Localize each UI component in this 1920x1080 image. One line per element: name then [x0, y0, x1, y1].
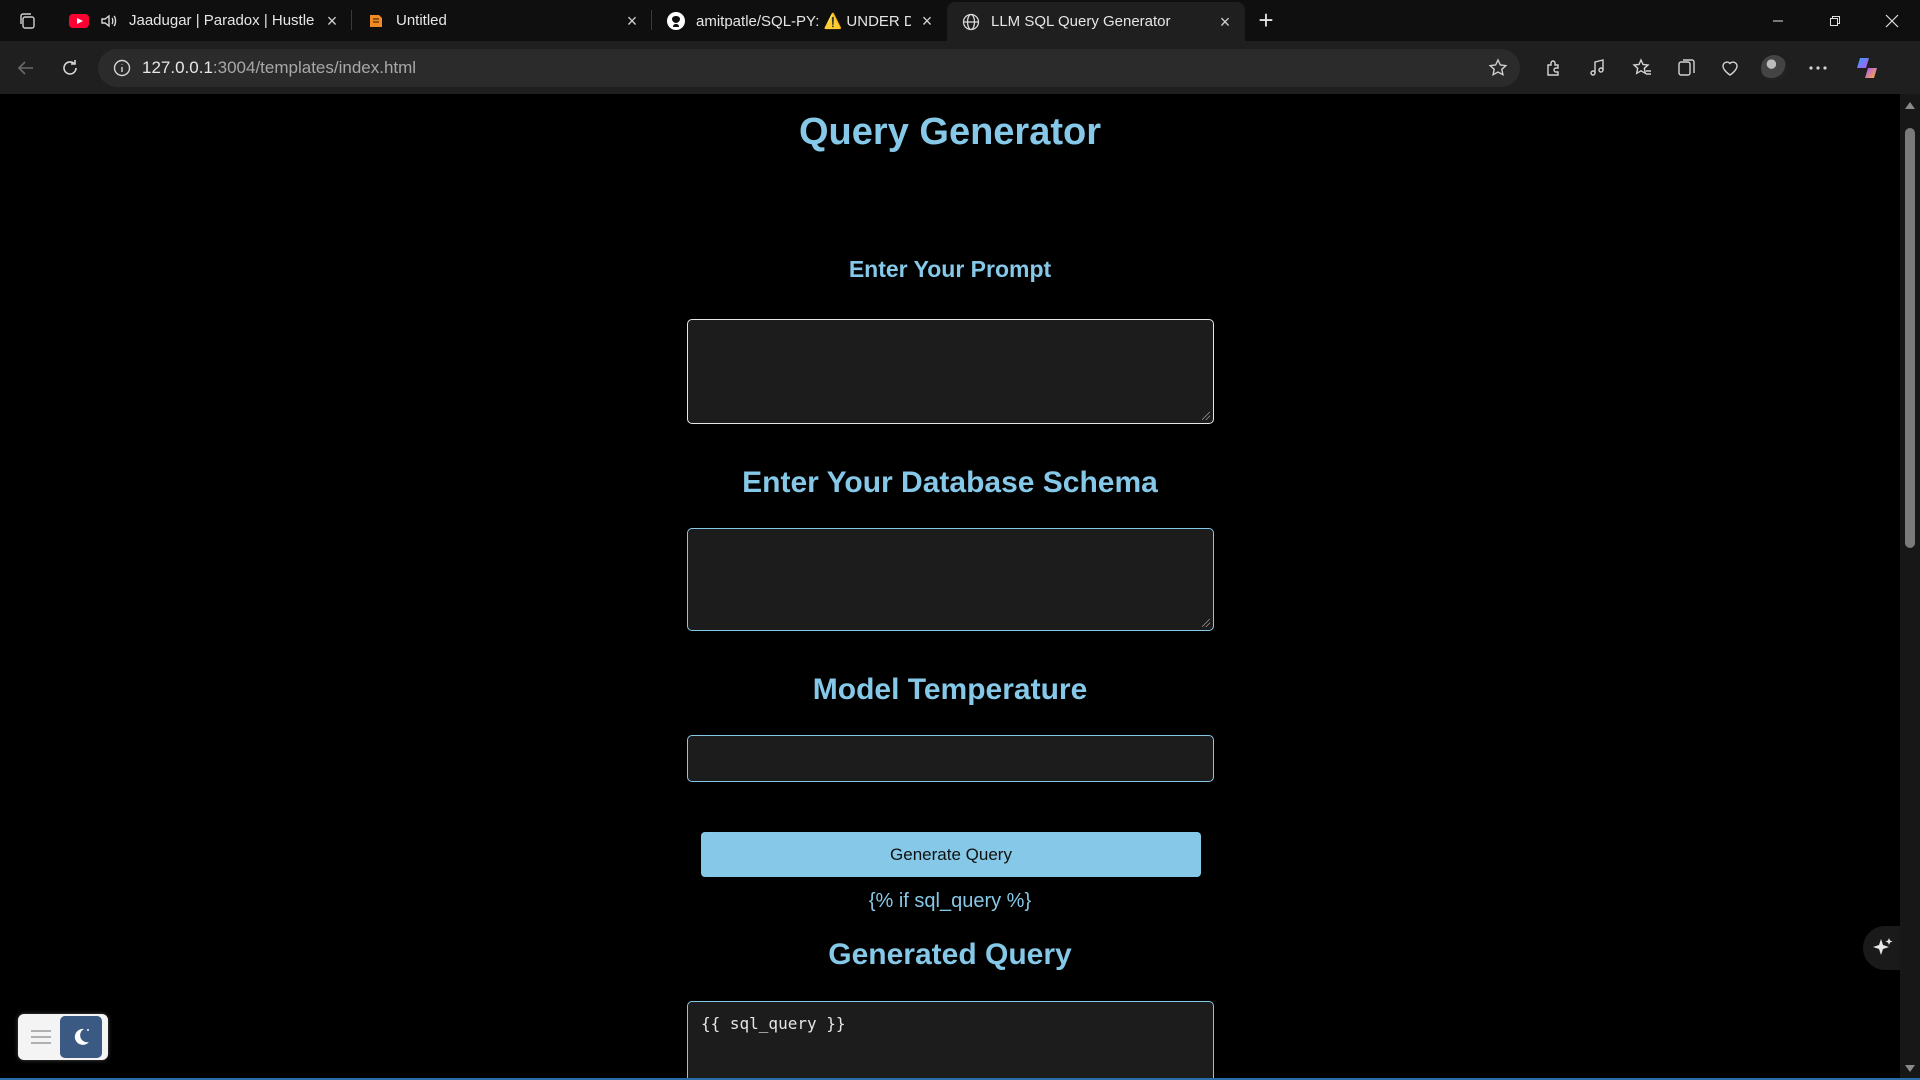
avatar [1761, 54, 1787, 81]
close-tab-icon[interactable]: × [324, 12, 340, 30]
sparkle-icon [1873, 938, 1893, 955]
notebook-icon [366, 11, 386, 31]
browser-toolbar: 127.0.0.1:3004/templates/index.html [0, 41, 1920, 94]
restore-button[interactable] [1806, 0, 1863, 41]
profile-button[interactable] [1752, 50, 1796, 86]
dark-mode-toggle[interactable] [60, 1016, 102, 1058]
scroll-up-arrow-icon[interactable] [1905, 102, 1915, 109]
speaker-icon[interactable] [99, 11, 119, 31]
extensions-button[interactable] [1532, 50, 1576, 86]
tab-bar: Jaadugar | Paradox | Hustle 2 × Untitled… [0, 0, 1920, 41]
menu-button[interactable] [22, 1018, 60, 1056]
resize-grip-icon[interactable] [1202, 619, 1210, 627]
minimize-button[interactable] [1749, 0, 1806, 41]
generated-query-output[interactable]: {{ sql_query }} [687, 1001, 1214, 1080]
moon-icon [74, 1028, 89, 1045]
collections-icon [1678, 58, 1695, 76]
new-tab-button[interactable]: + [1245, 0, 1287, 41]
close-tab-icon[interactable]: × [919, 12, 935, 30]
heartbeat-icon [1722, 60, 1738, 76]
copilot-button[interactable] [1840, 50, 1894, 86]
prompt-textarea[interactable] [687, 319, 1214, 424]
window-controls [1749, 0, 1920, 41]
close-icon [1885, 14, 1898, 27]
back-button[interactable] [4, 50, 48, 86]
url-path: :3004/templates/index.html [212, 57, 417, 77]
temperature-input[interactable] [687, 735, 1214, 782]
url-host: 127.0.0.1 [142, 57, 213, 77]
more-menu-button[interactable] [1796, 50, 1840, 86]
close-tab-icon[interactable]: × [624, 12, 640, 30]
more-dots-icon [1809, 65, 1827, 70]
info-icon[interactable] [112, 58, 132, 78]
tab-title: Untitled [396, 12, 447, 29]
prompt-heading: Enter Your Prompt [848, 256, 1052, 282]
reload-icon [63, 59, 77, 75]
collections-button[interactable] [1664, 50, 1708, 86]
github-icon [666, 11, 686, 31]
scroll-down-arrow-icon[interactable] [1905, 1065, 1915, 1072]
scrollbar[interactable] [1900, 94, 1920, 1080]
tab-title: LLM SQL Query Generator [991, 13, 1171, 30]
schema-heading: Enter Your Database Schema [742, 466, 1158, 499]
ai-assist-button[interactable] [1863, 926, 1900, 970]
restore-icon [1829, 15, 1840, 26]
music-note-icon [1590, 58, 1604, 76]
extensions-icon [1547, 59, 1559, 76]
tab-youtube[interactable]: Jaadugar | Paradox | Hustle 2 × [55, 0, 352, 41]
theme-toggle-widget [18, 1014, 108, 1060]
address-bar[interactable]: 127.0.0.1:3004/templates/index.html [98, 48, 1520, 87]
scrollbar-thumb[interactable] [1905, 128, 1915, 548]
close-tab-icon[interactable]: × [1217, 13, 1233, 31]
tab-untitled[interactable]: Untitled × [352, 0, 652, 41]
page-title: Query Generator [799, 111, 1101, 153]
temperature-heading: Model Temperature [812, 673, 1088, 706]
favorites-button[interactable] [1620, 50, 1664, 86]
page-viewport: Query Generator Enter Your Prompt Enter … [0, 94, 1900, 1080]
tab-title: Jaadugar | Paradox | Hustle 2 [129, 12, 316, 29]
toolbar-icons [1532, 50, 1894, 86]
globe-icon [961, 12, 981, 32]
hamburger-icon [31, 1030, 51, 1044]
minimize-icon [1772, 20, 1783, 21]
url-text[interactable]: 127.0.0.1:3004/templates/index.html [142, 58, 1486, 78]
template-if-text: {% if sql_query %} [868, 890, 1032, 912]
generated-query-heading: Generated Query [828, 938, 1072, 971]
youtube-icon [69, 11, 89, 31]
tab-title: amitpatle/SQL-PY: ⚠️ UNDER DEV [696, 12, 911, 30]
tab-actions-button[interactable] [0, 0, 55, 41]
favorites-list-icon [1632, 57, 1651, 75]
browser-essentials-button[interactable] [1708, 50, 1752, 86]
favorite-star-icon[interactable] [1486, 57, 1510, 78]
workspaces-icon [19, 12, 35, 29]
schema-textarea[interactable] [687, 528, 1214, 631]
resize-grip-icon[interactable] [1202, 412, 1210, 420]
copilot-icon [1857, 57, 1877, 78]
tab-github[interactable]: amitpatle/SQL-PY: ⚠️ UNDER DEV × [652, 0, 947, 41]
generate-query-button[interactable]: Generate Query [701, 832, 1201, 877]
back-arrow-icon [17, 60, 33, 75]
close-window-button[interactable] [1863, 0, 1920, 41]
media-control-button[interactable] [1576, 50, 1620, 86]
reload-button[interactable] [48, 50, 92, 86]
plus-icon: + [1258, 5, 1274, 35]
tab-llm-sql-query-generator[interactable]: LLM SQL Query Generator × [947, 2, 1245, 41]
